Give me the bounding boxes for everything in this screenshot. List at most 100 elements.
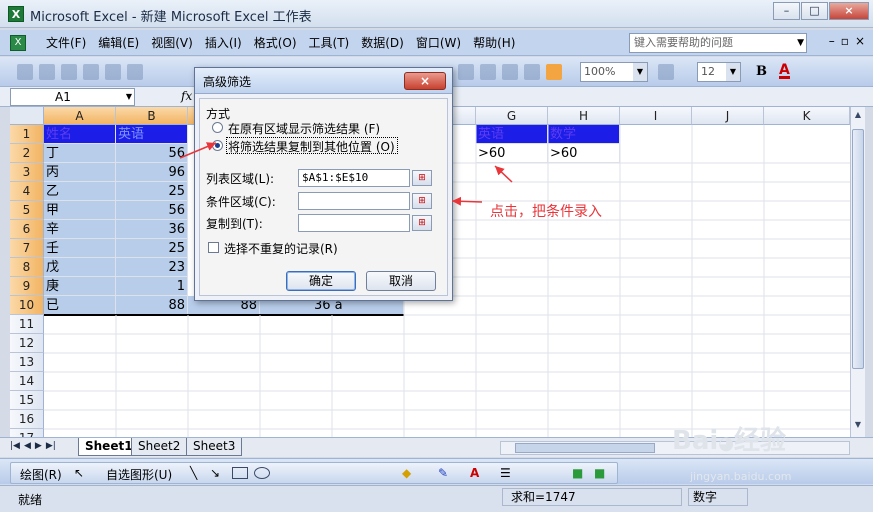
cell-g2[interactable]: >60 [476,144,548,163]
cell-h2[interactable]: >60 [548,144,620,163]
row-header-12[interactable]: 12 [10,334,44,353]
cell-a5[interactable]: 甲 [44,201,116,220]
row-header-2[interactable]: 2 [10,144,44,163]
horizontal-scroll-thumb[interactable] [515,443,655,453]
ok-button[interactable]: 确定 [286,271,356,291]
cell-a7[interactable]: 壬 [44,239,116,258]
radio-filter-in-place-label[interactable]: 在原有区域显示筛选结果 (F) [228,120,380,137]
fx-icon[interactable]: fx [181,89,192,103]
cell-b3[interactable]: 96 [116,163,188,182]
cell-b4[interactable]: 25 [116,182,188,201]
help-icon[interactable] [658,64,674,80]
list-range-collapse-icon[interactable]: ⊞ [412,170,432,186]
criteria-range-collapse-icon[interactable]: ⊞ [412,193,432,209]
column-header-g[interactable]: G [476,107,548,125]
column-header-i[interactable]: I [620,107,692,125]
menu-edit[interactable]: 编辑(E) [92,30,145,56]
font-size-select[interactable]: 12 ▼ [697,62,741,82]
sort-descending-icon[interactable] [502,64,518,80]
cell-g1[interactable]: 英语 [476,125,548,144]
line-color-icon[interactable]: ✎ [438,466,448,480]
rectangle-tool-icon[interactable] [232,467,248,479]
menu-view[interactable]: 视图(V) [145,30,199,56]
first-sheet-icon[interactable]: |◀ [10,441,20,451]
drawing-icon[interactable] [546,64,562,80]
bold-button[interactable]: B [756,64,767,79]
autosum-icon[interactable] [458,64,474,80]
autoshapes-menu-button[interactable]: 自选图形(U) [106,466,172,483]
cancel-button[interactable]: 取消 [366,271,436,291]
column-header-k[interactable]: K [764,107,850,125]
list-range-input[interactable]: $A$1:$E$10 [298,169,410,187]
oval-tool-icon[interactable] [254,467,270,479]
cell-h1[interactable]: 数学 [548,125,620,144]
help-search-input[interactable]: 键入需要帮助的问题 ▼ [629,33,807,53]
sort-ascending-icon[interactable] [480,64,496,80]
workbook-minimize-button[interactable]: – [829,34,835,48]
row-header-3[interactable]: 3 [10,163,44,182]
row-header-1[interactable]: 1 [10,125,44,144]
dialog-close-button[interactable]: × [404,72,446,90]
row-header-13[interactable]: 13 [10,353,44,372]
shadow-icon[interactable]: ■ [572,466,583,480]
column-header-j[interactable]: J [692,107,764,125]
row-header-4[interactable]: 4 [10,182,44,201]
row-header-7[interactable]: 7 [10,239,44,258]
menu-window[interactable]: 窗口(W) [410,30,467,56]
row-header-11[interactable]: 11 [10,315,44,334]
chevron-down-icon[interactable]: ▼ [633,63,647,81]
cell-b1[interactable]: 英语 [116,125,188,144]
tab-sheet2[interactable]: Sheet2 [131,438,188,456]
row-header-10[interactable]: 10 [10,296,44,315]
vertical-scrollbar[interactable]: ▲ ▼ [850,107,865,437]
menu-format[interactable]: 格式(O) [248,30,303,56]
new-icon[interactable] [17,64,33,80]
close-button[interactable]: × [829,2,869,20]
cell-a3[interactable]: 丙 [44,163,116,182]
cell-b5[interactable]: 56 [116,201,188,220]
line-style-icon[interactable]: ☰ [500,466,511,480]
cell-b2[interactable]: 56 [116,144,188,163]
workbook-close-button[interactable]: × [855,34,865,48]
scroll-down-icon[interactable]: ▼ [852,420,864,434]
chevron-down-icon[interactable]: ▼ [797,34,804,52]
cell-a1[interactable]: 姓名 [44,125,116,144]
unique-records-label[interactable]: 选择不重复的记录(R) [224,240,338,257]
radio-copy-to-location[interactable] [212,140,223,151]
permission-icon[interactable] [83,64,99,80]
cell-b7[interactable]: 25 [116,239,188,258]
cell-b9[interactable]: 1 [116,277,188,296]
maximize-button[interactable]: □ [801,2,828,20]
zoom-select[interactable]: 100% ▼ [580,62,648,82]
arrow-tool-icon[interactable]: ↘ [210,466,220,480]
row-header-5[interactable]: 5 [10,201,44,220]
excel-app-icon[interactable]: X [8,6,24,22]
chart-wizard-icon[interactable] [524,64,540,80]
row-header-16[interactable]: 16 [10,410,44,429]
next-sheet-icon[interactable]: ▶ [35,441,42,451]
copy-to-input[interactable] [298,214,410,232]
print-icon[interactable] [105,64,121,80]
row-header-14[interactable]: 14 [10,372,44,391]
3d-icon[interactable]: ■ [594,466,605,480]
menu-file[interactable]: 文件(F) [40,30,92,56]
tab-sheet3[interactable]: Sheet3 [186,438,243,456]
menu-data[interactable]: 数据(D) [355,30,410,56]
row-header-9[interactable]: 9 [10,277,44,296]
chevron-down-icon[interactable]: ▼ [726,63,740,81]
menu-insert[interactable]: 插入(I) [199,30,248,56]
column-header-a[interactable]: A [44,107,116,125]
chevron-down-icon[interactable]: ▼ [126,89,132,105]
font-color-button[interactable]: A [779,63,790,79]
line-tool-icon[interactable]: ╲ [190,466,197,480]
column-header-b[interactable]: B [116,107,188,125]
fill-color-icon[interactable]: ◆ [402,466,411,480]
row-header-17[interactable]: 17 [10,429,44,437]
draw-menu-button[interactable]: 绘图(R) [20,466,62,483]
cell-a10[interactable]: 已 [44,296,116,315]
menu-help[interactable]: 帮助(H) [467,30,521,56]
cell-b6[interactable]: 36 [116,220,188,239]
drawbar-font-color-icon[interactable]: A [470,466,479,480]
copy-to-collapse-icon[interactable]: ⊞ [412,215,432,231]
cell-b8[interactable]: 23 [116,258,188,277]
